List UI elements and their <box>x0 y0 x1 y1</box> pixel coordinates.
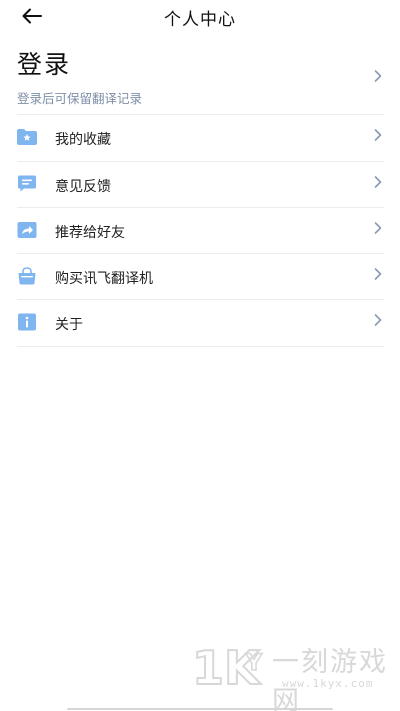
menu-item-label: 购买讯飞翻译机 <box>55 271 153 287</box>
info-icon <box>18 313 36 331</box>
login-subtitle: 登录后可保留翻译记录 <box>17 91 143 106</box>
menu-item-favorites[interactable]: 我的收藏 <box>17 115 385 161</box>
login-title: 登录 <box>17 50 72 79</box>
chevron-right-icon <box>374 176 382 188</box>
menu-item-label: 推荐给好友 <box>55 225 125 241</box>
shopping-bag-icon <box>18 267 36 285</box>
menu-item-recommend[interactable]: 推荐给好友 <box>17 208 385 254</box>
menu-item-label: 意见反馈 <box>55 179 111 195</box>
menu-item-buy-translator[interactable]: 购买讯飞翻译机 <box>17 254 385 300</box>
chat-message-icon <box>18 175 36 192</box>
page-title: 个人中心 <box>164 10 236 30</box>
watermark: 1K Y 一刻游戏网 www.1kyx.com <box>190 640 400 711</box>
menu-item-label: 我的收藏 <box>55 132 111 148</box>
share-arrow-icon <box>17 222 37 238</box>
chevron-right-icon <box>374 314 382 326</box>
chevron-right-icon <box>374 222 382 234</box>
home-indicator <box>67 708 333 710</box>
chevron-right-icon <box>374 70 382 82</box>
svg-text:Y: Y <box>245 651 263 676</box>
menu-item-label: 关于 <box>55 317 83 333</box>
watermark-url: www.1kyx.com <box>282 677 374 690</box>
login-entry[interactable]: 登录 登录后可保留翻译记录 <box>17 45 385 113</box>
chevron-right-icon <box>374 129 382 141</box>
personal-center-page: 个人中心 登录 登录后可保留翻译记录 我的收藏 意见反馈 推荐给好友 购买讯飞翻… <box>0 0 400 711</box>
folder-star-icon <box>17 129 37 145</box>
top-bar: 个人中心 <box>0 0 400 34</box>
menu-item-about[interactable]: 关于 <box>17 300 385 346</box>
menu-item-feedback[interactable]: 意见反馈 <box>17 162 385 208</box>
divider <box>17 346 384 347</box>
chevron-right-icon <box>374 268 382 280</box>
watermark-logo: 1K Y <box>191 640 264 692</box>
watermark-text: 一刻游戏网 <box>272 647 388 711</box>
